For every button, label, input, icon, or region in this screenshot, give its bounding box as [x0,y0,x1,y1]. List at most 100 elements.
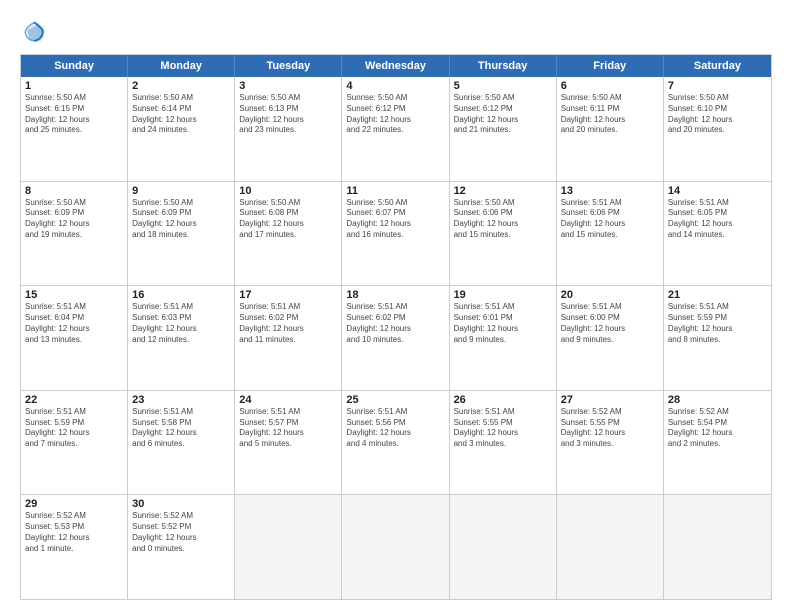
day-info: Sunrise: 5:51 AMSunset: 6:03 PMDaylight:… [132,302,230,345]
day-number: 17 [239,289,337,301]
day-info: Sunrise: 5:51 AMSunset: 5:58 PMDaylight:… [132,407,230,450]
empty-cell [235,495,342,599]
day-number: 6 [561,80,659,92]
day-number: 15 [25,289,123,301]
empty-cell [557,495,664,599]
header [20,18,772,46]
day-info: Sunrise: 5:50 AMSunset: 6:08 PMDaylight:… [239,198,337,241]
header-day-tuesday: Tuesday [235,55,342,77]
day-number: 21 [668,289,767,301]
day-number: 19 [454,289,552,301]
week-row-2: 8Sunrise: 5:50 AMSunset: 6:09 PMDaylight… [21,182,771,287]
day-cell-9: 9Sunrise: 5:50 AMSunset: 6:09 PMDaylight… [128,182,235,286]
week-row-1: 1Sunrise: 5:50 AMSunset: 6:15 PMDaylight… [21,77,771,182]
header-day-sunday: Sunday [21,55,128,77]
day-cell-5: 5Sunrise: 5:50 AMSunset: 6:12 PMDaylight… [450,77,557,181]
calendar: SundayMondayTuesdayWednesdayThursdayFrid… [20,54,772,600]
day-cell-6: 6Sunrise: 5:50 AMSunset: 6:11 PMDaylight… [557,77,664,181]
empty-cell [342,495,449,599]
day-number: 25 [346,394,444,406]
day-info: Sunrise: 5:51 AMSunset: 6:04 PMDaylight:… [25,302,123,345]
week-row-3: 15Sunrise: 5:51 AMSunset: 6:04 PMDayligh… [21,286,771,391]
day-number: 7 [668,80,767,92]
day-cell-24: 24Sunrise: 5:51 AMSunset: 5:57 PMDayligh… [235,391,342,495]
day-info: Sunrise: 5:51 AMSunset: 6:01 PMDaylight:… [454,302,552,345]
day-number: 28 [668,394,767,406]
day-info: Sunrise: 5:51 AMSunset: 5:59 PMDaylight:… [25,407,123,450]
empty-cell [664,495,771,599]
day-info: Sunrise: 5:51 AMSunset: 5:55 PMDaylight:… [454,407,552,450]
day-number: 23 [132,394,230,406]
day-cell-10: 10Sunrise: 5:50 AMSunset: 6:08 PMDayligh… [235,182,342,286]
day-cell-4: 4Sunrise: 5:50 AMSunset: 6:12 PMDaylight… [342,77,449,181]
day-cell-14: 14Sunrise: 5:51 AMSunset: 6:05 PMDayligh… [664,182,771,286]
day-number: 20 [561,289,659,301]
day-cell-2: 2Sunrise: 5:50 AMSunset: 6:14 PMDaylight… [128,77,235,181]
day-cell-17: 17Sunrise: 5:51 AMSunset: 6:02 PMDayligh… [235,286,342,390]
day-cell-21: 21Sunrise: 5:51 AMSunset: 5:59 PMDayligh… [664,286,771,390]
day-number: 24 [239,394,337,406]
header-day-monday: Monday [128,55,235,77]
logo-icon [20,18,48,46]
day-cell-19: 19Sunrise: 5:51 AMSunset: 6:01 PMDayligh… [450,286,557,390]
logo [20,18,52,46]
day-number: 11 [346,185,444,197]
day-cell-8: 8Sunrise: 5:50 AMSunset: 6:09 PMDaylight… [21,182,128,286]
day-info: Sunrise: 5:51 AMSunset: 5:57 PMDaylight:… [239,407,337,450]
day-info: Sunrise: 5:50 AMSunset: 6:09 PMDaylight:… [132,198,230,241]
day-number: 8 [25,185,123,197]
day-info: Sunrise: 5:50 AMSunset: 6:10 PMDaylight:… [668,93,767,136]
empty-cell [450,495,557,599]
header-day-thursday: Thursday [450,55,557,77]
day-info: Sunrise: 5:50 AMSunset: 6:14 PMDaylight:… [132,93,230,136]
day-info: Sunrise: 5:50 AMSunset: 6:06 PMDaylight:… [454,198,552,241]
day-number: 27 [561,394,659,406]
day-cell-18: 18Sunrise: 5:51 AMSunset: 6:02 PMDayligh… [342,286,449,390]
day-cell-16: 16Sunrise: 5:51 AMSunset: 6:03 PMDayligh… [128,286,235,390]
day-info: Sunrise: 5:51 AMSunset: 6:05 PMDaylight:… [668,198,767,241]
day-info: Sunrise: 5:51 AMSunset: 6:00 PMDaylight:… [561,302,659,345]
day-cell-30: 30Sunrise: 5:52 AMSunset: 5:52 PMDayligh… [128,495,235,599]
day-info: Sunrise: 5:51 AMSunset: 6:02 PMDaylight:… [239,302,337,345]
day-cell-27: 27Sunrise: 5:52 AMSunset: 5:55 PMDayligh… [557,391,664,495]
week-row-4: 22Sunrise: 5:51 AMSunset: 5:59 PMDayligh… [21,391,771,496]
day-number: 13 [561,185,659,197]
day-cell-28: 28Sunrise: 5:52 AMSunset: 5:54 PMDayligh… [664,391,771,495]
day-number: 22 [25,394,123,406]
day-cell-11: 11Sunrise: 5:50 AMSunset: 6:07 PMDayligh… [342,182,449,286]
header-day-friday: Friday [557,55,664,77]
day-cell-1: 1Sunrise: 5:50 AMSunset: 6:15 PMDaylight… [21,77,128,181]
day-number: 29 [25,498,123,510]
day-info: Sunrise: 5:50 AMSunset: 6:15 PMDaylight:… [25,93,123,136]
calendar-header: SundayMondayTuesdayWednesdayThursdayFrid… [21,55,771,77]
day-info: Sunrise: 5:50 AMSunset: 6:07 PMDaylight:… [346,198,444,241]
day-info: Sunrise: 5:50 AMSunset: 6:09 PMDaylight:… [25,198,123,241]
day-number: 3 [239,80,337,92]
day-number: 4 [346,80,444,92]
day-number: 5 [454,80,552,92]
day-cell-7: 7Sunrise: 5:50 AMSunset: 6:10 PMDaylight… [664,77,771,181]
day-cell-29: 29Sunrise: 5:52 AMSunset: 5:53 PMDayligh… [21,495,128,599]
week-row-5: 29Sunrise: 5:52 AMSunset: 5:53 PMDayligh… [21,495,771,599]
day-number: 10 [239,185,337,197]
day-cell-26: 26Sunrise: 5:51 AMSunset: 5:55 PMDayligh… [450,391,557,495]
day-cell-3: 3Sunrise: 5:50 AMSunset: 6:13 PMDaylight… [235,77,342,181]
day-number: 12 [454,185,552,197]
day-number: 30 [132,498,230,510]
day-number: 26 [454,394,552,406]
day-cell-22: 22Sunrise: 5:51 AMSunset: 5:59 PMDayligh… [21,391,128,495]
day-info: Sunrise: 5:52 AMSunset: 5:52 PMDaylight:… [132,511,230,554]
day-info: Sunrise: 5:50 AMSunset: 6:12 PMDaylight:… [454,93,552,136]
day-info: Sunrise: 5:51 AMSunset: 6:06 PMDaylight:… [561,198,659,241]
page: SundayMondayTuesdayWednesdayThursdayFrid… [0,0,792,612]
day-cell-15: 15Sunrise: 5:51 AMSunset: 6:04 PMDayligh… [21,286,128,390]
day-number: 2 [132,80,230,92]
day-number: 16 [132,289,230,301]
day-info: Sunrise: 5:50 AMSunset: 6:13 PMDaylight:… [239,93,337,136]
day-cell-20: 20Sunrise: 5:51 AMSunset: 6:00 PMDayligh… [557,286,664,390]
day-number: 1 [25,80,123,92]
header-day-wednesday: Wednesday [342,55,449,77]
day-cell-25: 25Sunrise: 5:51 AMSunset: 5:56 PMDayligh… [342,391,449,495]
calendar-body: 1Sunrise: 5:50 AMSunset: 6:15 PMDaylight… [21,77,771,599]
day-info: Sunrise: 5:51 AMSunset: 6:02 PMDaylight:… [346,302,444,345]
